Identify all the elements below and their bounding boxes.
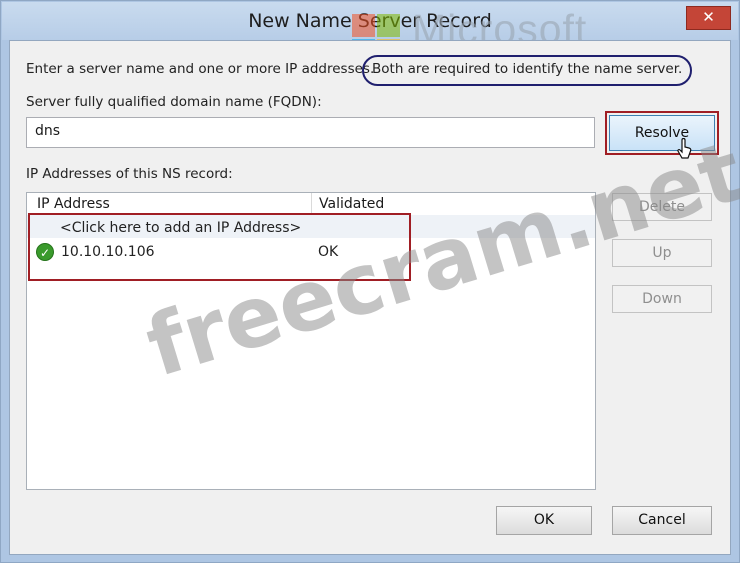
- cancel-button[interactable]: Cancel: [612, 506, 712, 535]
- down-button[interactable]: Down: [612, 285, 712, 313]
- fqdn-input[interactable]: dns: [26, 117, 595, 148]
- column-header-ip[interactable]: IP Address: [37, 193, 110, 215]
- annotation-oval: [362, 55, 692, 86]
- fqdn-label: Server fully qualified domain name (FQDN…: [26, 94, 322, 110]
- close-icon: ✕: [702, 8, 715, 26]
- ok-button[interactable]: OK: [496, 506, 592, 535]
- column-divider[interactable]: [311, 193, 312, 215]
- instruction-text: Enter a server name and one or more IP a…: [26, 61, 375, 77]
- ip-list-label: IP Addresses of this NS record:: [26, 166, 233, 182]
- column-header-validated[interactable]: Validated: [319, 193, 384, 215]
- close-button[interactable]: ✕: [686, 6, 731, 30]
